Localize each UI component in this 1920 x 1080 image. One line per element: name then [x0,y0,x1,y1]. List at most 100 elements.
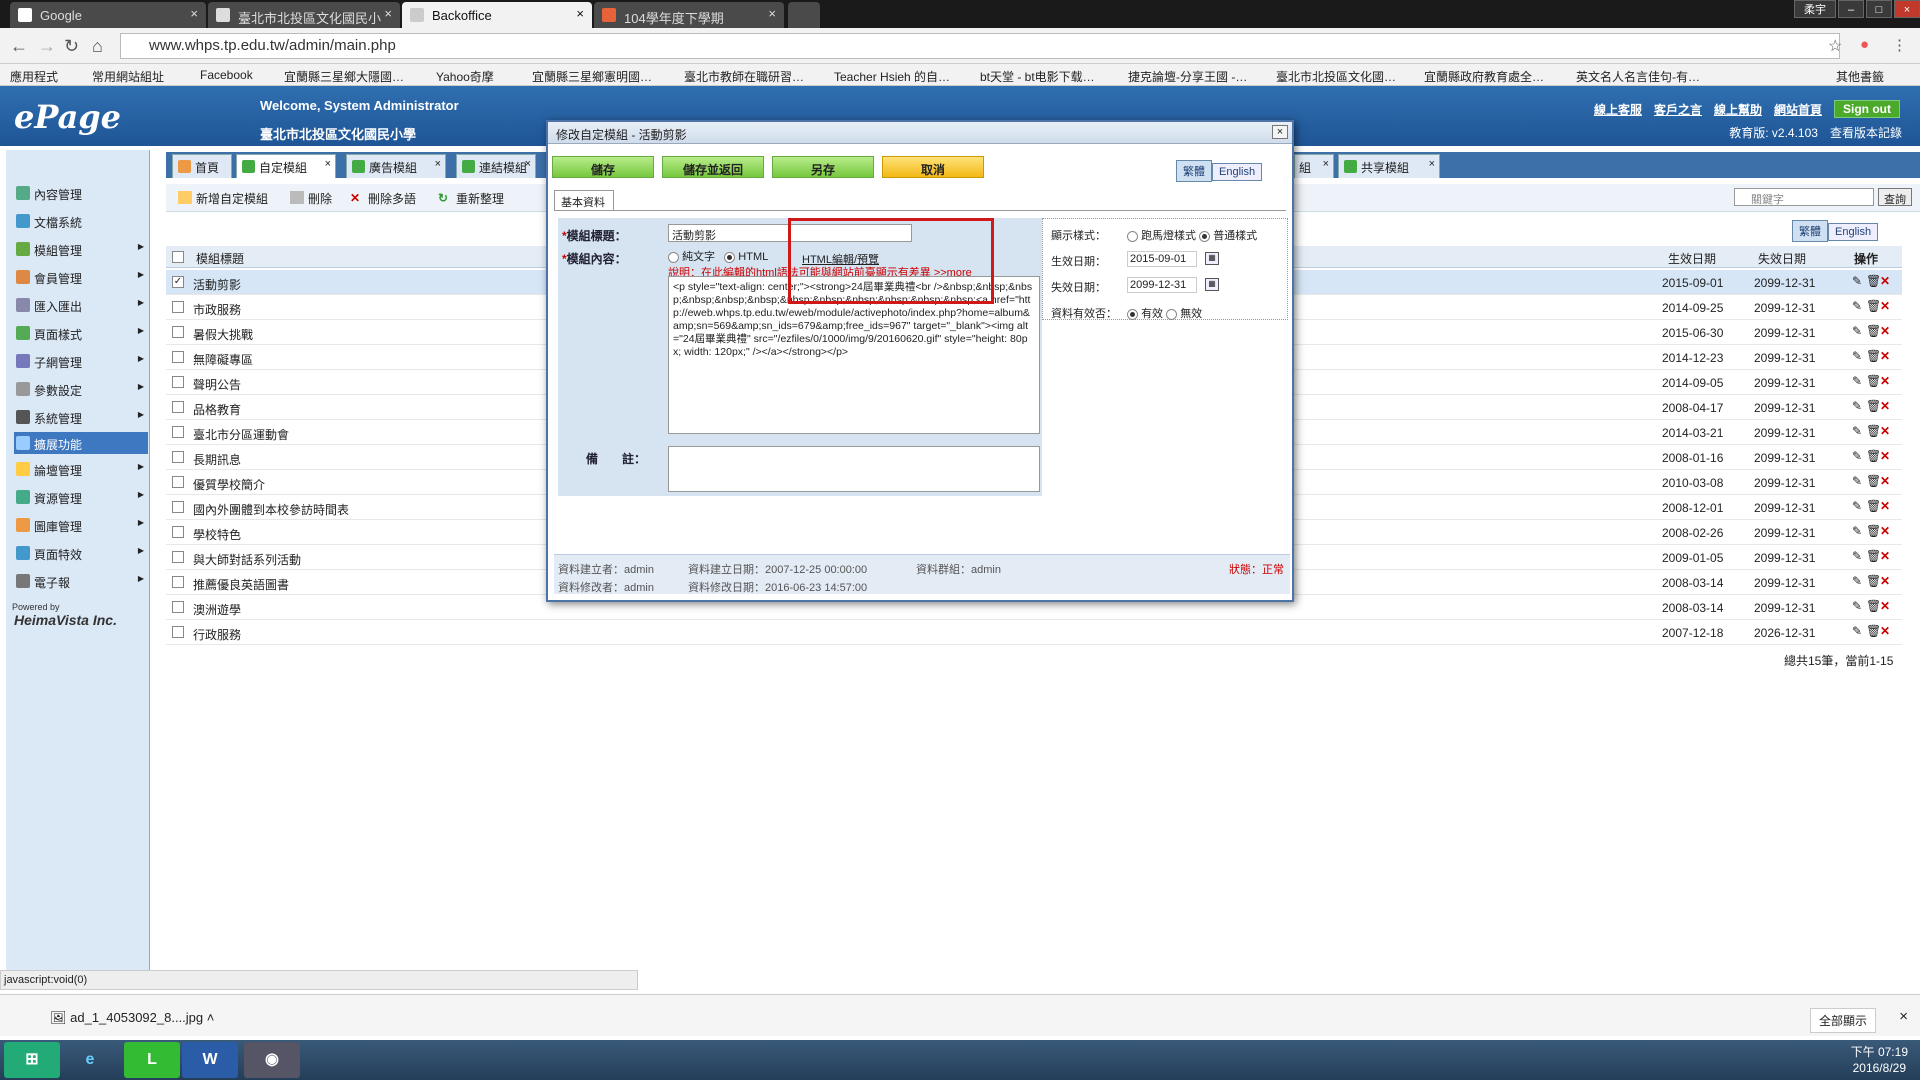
trash-icon[interactable]: 🗑 [1866,624,1881,638]
bookmark-item[interactable]: 宜蘭縣政府教育處全… [1424,68,1544,85]
lang-traditional-button[interactable]: 繁體 [1792,220,1828,242]
end-date-input[interactable]: 2099-12-31 [1127,277,1197,293]
tab-home[interactable]: 首頁 [172,154,232,178]
edit-icon[interactable]: ✎ [1852,424,1864,438]
row-title[interactable]: 聲明公告 [193,376,241,393]
row-title[interactable]: 長期訊息 [193,451,241,468]
row-title[interactable]: 優質學校簡介 [193,476,265,493]
edit-icon[interactable]: ✎ [1852,449,1864,463]
edit-icon[interactable]: ✎ [1852,474,1864,488]
bookmark-item[interactable]: Yahoo奇摩 [436,68,494,85]
close-icon[interactable]: × [325,158,331,170]
row-checkbox[interactable] [172,376,184,388]
new-tab-button[interactable] [788,2,820,28]
link-online-help[interactable]: 線上幫助 [1714,101,1762,118]
tab-custom-modules[interactable]: 自定模組 × [236,154,336,178]
delete-button[interactable]: 刪除 [290,190,332,207]
bookmark-item[interactable]: 宜蘭縣三星鄉憲明國… [532,68,652,85]
row-title[interactable]: 暑假大挑戰 [193,326,253,343]
delete-icon[interactable]: ✕ [1880,274,1892,288]
word-icon[interactable]: W [182,1042,238,1078]
column-end-date[interactable]: 失效日期 [1758,250,1806,267]
close-icon[interactable]: × [190,6,198,21]
select-all-checkbox[interactable] [172,251,184,263]
calendar-icon[interactable]: ▦ [1205,278,1219,291]
row-title[interactable]: 市政服務 [193,301,241,318]
show-all-downloads-button[interactable]: 全部顯示 [1809,1008,1876,1033]
close-icon[interactable]: × [1899,1008,1908,1025]
edit-icon[interactable]: ✎ [1852,399,1864,413]
edit-icon[interactable]: ✎ [1852,499,1864,513]
tab-shared-modules[interactable]: 共享模組 × [1338,154,1440,178]
delete-icon[interactable]: ✕ [1880,524,1892,538]
start-date-input[interactable]: 2015-09-01 [1127,251,1197,267]
row-title[interactable]: 與大師對話系列活動 [193,551,301,568]
row-title[interactable]: 行政服務 [193,626,241,643]
bookmark-item[interactable]: 宜蘭縣三星鄉大隱國… [284,68,404,85]
column-title[interactable]: 模組標題 [196,250,244,267]
version-history-link[interactable]: 查看版本記錄 [1830,126,1902,140]
delete-icon[interactable]: ✕ [1880,624,1892,638]
row-title[interactable]: 澳洲遊學 [193,601,241,618]
bookmark-item[interactable]: 臺北市北投區文化國… [1276,68,1396,85]
refresh-button[interactable]: ↻ 重新整理 [438,190,504,207]
ie-icon[interactable]: e [62,1042,118,1078]
delete-icon[interactable]: ✕ [1880,424,1892,438]
close-icon[interactable]: × [1323,158,1329,170]
row-checkbox[interactable] [172,426,184,438]
edit-icon[interactable]: ✎ [1852,299,1864,313]
system-clock[interactable]: 下午 07:19 2016/8/29 [1851,1044,1908,1076]
search-button[interactable]: 查詢 [1878,188,1912,206]
delete-icon[interactable]: ✕ [1880,499,1892,513]
download-item[interactable]: 🖼 ad_1_4053092_8....jpg ˄ [50,1010,214,1026]
row-title[interactable]: 學校特色 [193,526,241,543]
column-start-date[interactable]: 生效日期 [1668,250,1716,267]
edit-icon[interactable]: ✎ [1852,574,1864,588]
save-return-button[interactable]: 儲存並返回 [662,156,764,178]
trash-icon[interactable]: 🗑 [1866,349,1881,363]
trash-icon[interactable]: 🗑 [1866,274,1881,288]
close-icon[interactable]: × [435,158,441,170]
edit-icon[interactable]: ✎ [1852,324,1864,338]
row-checkbox[interactable] [172,601,184,613]
link-customer-words[interactable]: 客戶之言 [1654,101,1702,118]
delete-icon[interactable]: ✕ [1880,574,1892,588]
row-checkbox[interactable] [172,626,184,638]
close-icon[interactable]: × [525,158,531,170]
row-title[interactable]: 活動剪影 [193,276,241,293]
browser-tab-google[interactable]: Google × [10,2,206,28]
browser-tab-backoffice[interactable]: Backoffice × [402,2,592,28]
trash-icon[interactable]: 🗑 [1866,399,1881,413]
delete-icon[interactable]: ✕ [1880,474,1892,488]
edit-icon[interactable]: ✎ [1852,349,1864,363]
close-window-button[interactable]: × [1894,0,1920,18]
trash-icon[interactable]: 🗑 [1866,324,1881,338]
bookmark-item[interactable]: 其他書籤 [1836,68,1884,85]
trash-icon[interactable]: 🗑 [1866,424,1881,438]
valid-yes-radio[interactable] [1127,308,1138,320]
trash-icon[interactable]: 🗑 [1866,449,1881,463]
plain-text-radio[interactable] [668,251,679,263]
link-site-home[interactable]: 網站首頁 [1774,101,1822,118]
maximize-button[interactable]: □ [1866,0,1892,18]
row-checkbox[interactable] [172,526,184,538]
row-title[interactable]: 品格教育 [193,401,241,418]
delete-icon[interactable]: ✕ [1880,399,1892,413]
bookmark-item[interactable]: 應用程式 [10,68,58,85]
link-online-service[interactable]: 線上客服 [1594,101,1642,118]
row-checkbox[interactable] [172,451,184,463]
line-icon[interactable]: L [124,1042,180,1078]
add-module-button[interactable]: 新增自定模組 [178,190,268,207]
delete-icon[interactable]: ✕ [1880,374,1892,388]
valid-no-radio[interactable] [1166,308,1178,320]
sidebar-item-import-export[interactable]: 匯入匯出 ▶ [14,294,148,316]
trash-icon[interactable]: 🗑 [1866,549,1881,563]
delete-icon[interactable]: ✕ [1880,449,1892,463]
trash-icon[interactable]: 🗑 [1866,299,1881,313]
sidebar-item-extensions[interactable]: 擴展功能 [14,432,148,454]
save-button[interactable]: 儲存 [552,156,654,178]
row-checkbox[interactable] [172,476,184,488]
bookmark-item[interactable]: 臺北市教師在職研習… [684,68,804,85]
sidebar-item-forum[interactable]: 論壇管理 ▶ [14,458,148,480]
row-title[interactable]: 無障礙專區 [193,351,253,368]
